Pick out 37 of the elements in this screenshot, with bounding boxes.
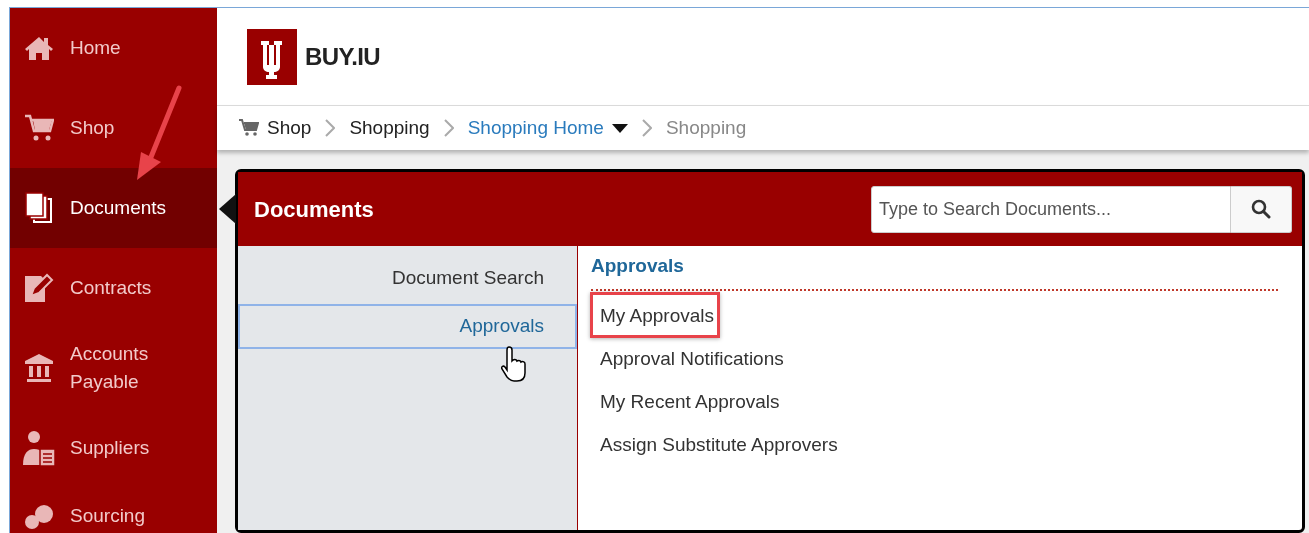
sidebar-item[interactable]: Shop <box>10 88 217 168</box>
logo-text: BUY.IU <box>305 41 381 72</box>
documents-icon <box>25 192 53 224</box>
home-icon <box>24 35 54 61</box>
search-button[interactable] <box>1231 185 1292 233</box>
sidebar-item[interactable]: Documents <box>10 168 217 248</box>
category-item[interactable]: Approvals <box>238 304 577 349</box>
trident-logo-icon <box>247 28 297 85</box>
breadcrumb-link[interactable]: Shop <box>239 113 312 143</box>
sidebar-item[interactable]: Accounts Payable <box>10 328 217 408</box>
chevron-icon <box>325 119 336 137</box>
breadcrumb-link[interactable]: Shopping Home <box>467 113 628 143</box>
hand-cursor-icon <box>501 345 529 383</box>
sidebar-item[interactable]: Home <box>10 8 217 88</box>
approval-link[interactable]: My Recent Approvals <box>600 390 780 412</box>
pointer-icon <box>219 194 236 224</box>
panel-title: Documents <box>254 195 374 224</box>
sidebar-item[interactable]: Suppliers <box>10 408 217 488</box>
breadcrumb-link[interactable]: Shopping <box>665 113 747 143</box>
sidebar-item[interactable]: Contracts <box>10 248 217 328</box>
breadcrumb-link[interactable]: Shopping <box>349 113 430 143</box>
search-icon <box>1251 199 1271 219</box>
cart-icon <box>24 113 54 143</box>
section-title: Approvals <box>591 252 1278 291</box>
chevron-icon <box>443 119 454 137</box>
supplier-person-icon <box>22 429 56 467</box>
approval-link[interactable]: My Approvals <box>600 304 715 326</box>
caret-icon <box>611 123 628 133</box>
approval-link[interactable]: Assign Substitute Approvers <box>600 433 838 455</box>
approval-link[interactable]: Approval Notifications <box>600 347 784 369</box>
search-field[interactable]: Type to Search Documents... <box>871 185 1231 233</box>
sidebar-item[interactable]: Sourcing <box>10 488 217 533</box>
chevron-icon <box>641 119 652 137</box>
cart-icon <box>239 119 259 137</box>
category-item[interactable]: Document Search <box>238 256 577 301</box>
contract-pen-icon <box>23 272 55 304</box>
bank-icon <box>23 352 55 384</box>
